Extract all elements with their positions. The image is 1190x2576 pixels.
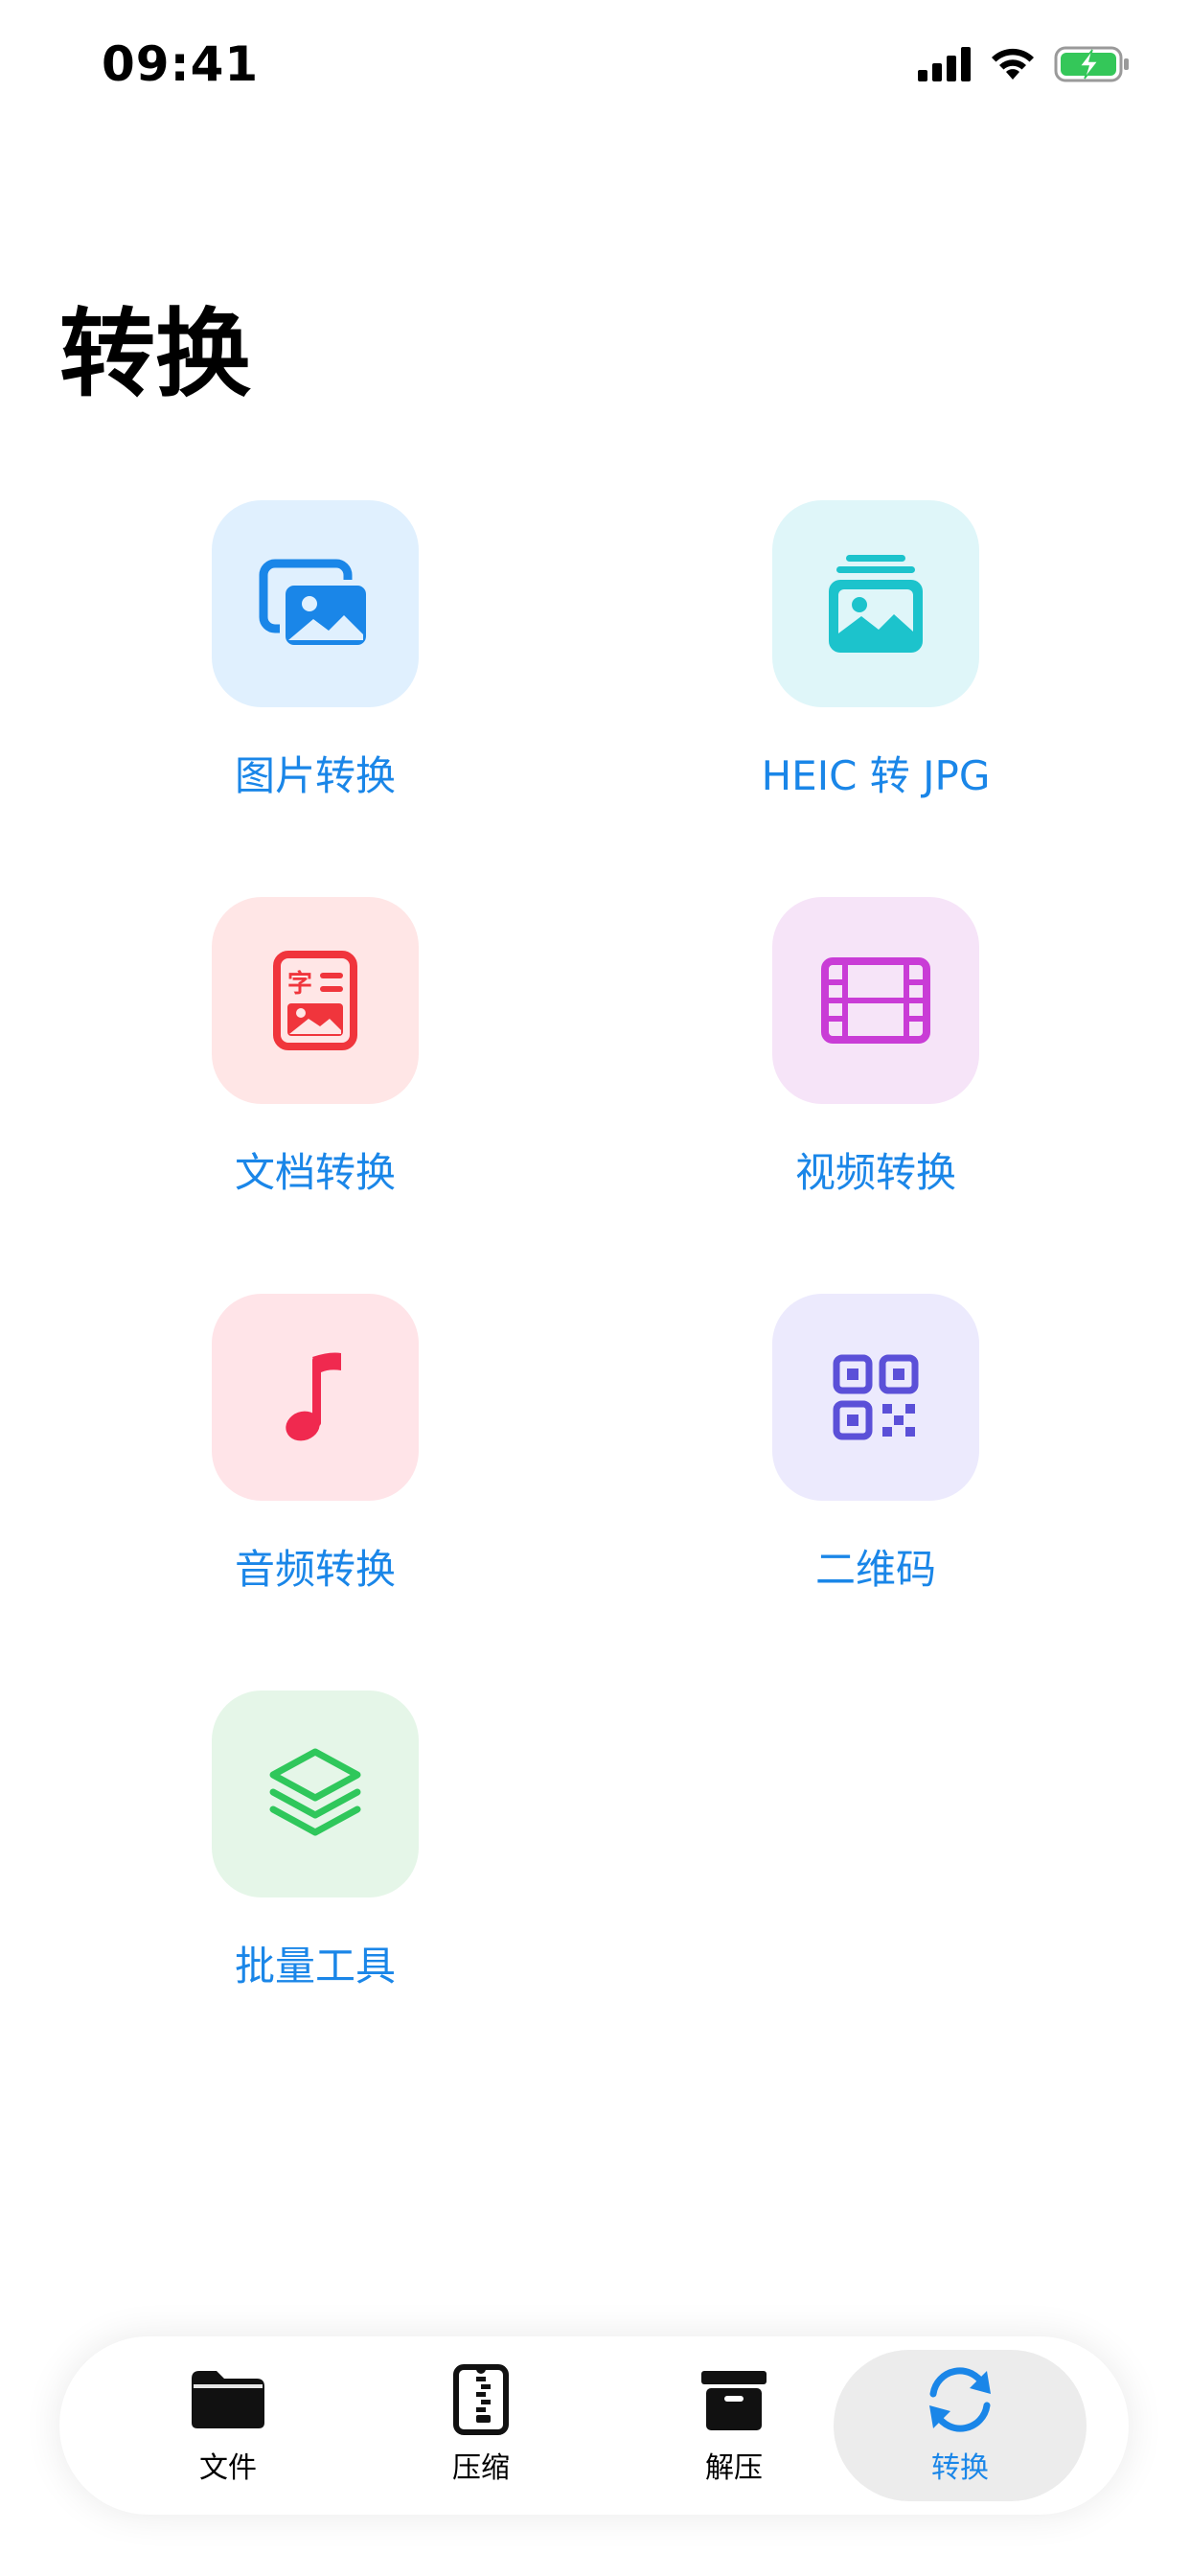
folder-icon bbox=[192, 2371, 264, 2428]
tool-label: 批量工具 bbox=[234, 1943, 396, 1990]
tool-batch-tools[interactable]: 批量工具 bbox=[124, 1690, 507, 1992]
tool-tile bbox=[772, 1294, 979, 1501]
battery-charging-icon bbox=[1054, 46, 1129, 82]
status-icons bbox=[918, 42, 1131, 86]
photo-stack-icon bbox=[259, 559, 372, 651]
music-note-icon bbox=[286, 1352, 341, 1441]
refresh-arrows-icon bbox=[929, 2367, 991, 2432]
tab-label: 压缩 bbox=[452, 2451, 510, 2485]
film-strip-icon bbox=[821, 957, 930, 1044]
tab-files[interactable]: 文件 bbox=[102, 2350, 355, 2501]
tool-image-convert[interactable]: 图片转换 bbox=[124, 500, 507, 802]
tool-tile bbox=[212, 1294, 419, 1501]
tool-label: HEIC 转 JPG bbox=[761, 752, 991, 799]
tool-tile: 字 bbox=[212, 897, 419, 1104]
tool-heic-to-jpg[interactable]: HEIC 转 JPG bbox=[684, 500, 1067, 802]
status-time: 09:41 bbox=[102, 36, 260, 92]
qr-code-icon bbox=[833, 1354, 919, 1440]
tab-label: 解压 bbox=[705, 2451, 763, 2485]
layers-stack-icon bbox=[269, 1748, 361, 1836]
tab-label: 文件 bbox=[199, 2451, 257, 2485]
tool-tile bbox=[212, 1690, 419, 1898]
tab-convert[interactable]: 转换 bbox=[834, 2350, 1087, 2501]
tool-label: 图片转换 bbox=[234, 752, 396, 799]
tool-label: 二维码 bbox=[814, 1546, 936, 1593]
tab-extract[interactable]: 解压 bbox=[607, 2350, 860, 2501]
tool-tile bbox=[212, 500, 419, 707]
zip-file-icon bbox=[453, 2364, 509, 2435]
tab-label: 转换 bbox=[931, 2451, 989, 2485]
tool-label: 音频转换 bbox=[234, 1546, 396, 1593]
document-text-image-icon: 字 bbox=[273, 951, 357, 1050]
tool-video-convert[interactable]: 视频转换 bbox=[684, 897, 1067, 1199]
convert-screen: 09:41 转换 图片转换 HEIC 转 JPG 字 文档转换 视频转换 音频转… bbox=[0, 0, 1190, 2576]
tool-qr-code[interactable]: 二维码 bbox=[684, 1294, 1067, 1596]
tab-bar: 文件 压缩 解压 转换 bbox=[59, 2336, 1129, 2515]
tool-audio-convert[interactable]: 音频转换 bbox=[124, 1294, 507, 1596]
svg-text:字: 字 bbox=[287, 969, 312, 999]
page-title: 转换 bbox=[59, 298, 251, 410]
archive-box-icon bbox=[701, 2371, 767, 2430]
photo-layers-icon bbox=[829, 555, 923, 653]
wifi-icon bbox=[992, 48, 1034, 80]
tool-document-convert[interactable]: 字 文档转换 bbox=[124, 897, 507, 1199]
cellular-signal-icon bbox=[918, 47, 971, 81]
tool-label: 文档转换 bbox=[234, 1149, 396, 1196]
tab-compress[interactable]: 压缩 bbox=[355, 2350, 607, 2501]
tool-tile bbox=[772, 897, 979, 1104]
tool-label: 视频转换 bbox=[794, 1149, 956, 1196]
tool-tile bbox=[772, 500, 979, 707]
